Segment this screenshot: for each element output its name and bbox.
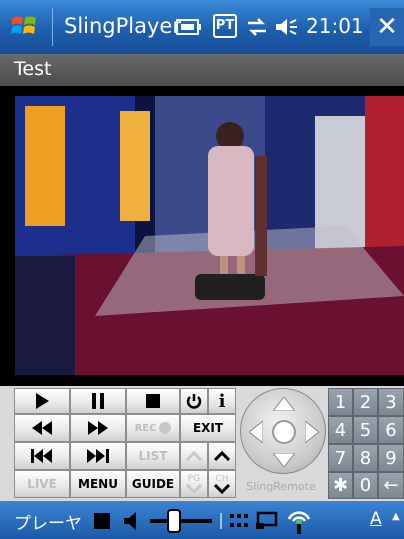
record-icon [159,422,172,434]
pg-label: PG [187,473,201,484]
arrow-right-icon[interactable] [305,421,319,443]
num-1-button[interactable]: 1 [328,388,353,416]
slingremote-label: SlingRemote [246,480,316,493]
connectivity-icon[interactable] [246,17,268,37]
channel-down-button[interactable]: CH [208,470,236,498]
ch-label: CH [215,473,229,484]
stop-icon [146,394,160,408]
windows-start-icon[interactable] [10,12,38,40]
skip-forward-icon [87,449,109,463]
bottom-separator [220,513,222,529]
page-title: Test [14,58,52,80]
fast-forward-button[interactable] [70,414,126,442]
num-0-button[interactable]: 0 [353,472,378,499]
title-separator [52,8,53,46]
stop-button[interactable] [126,388,180,414]
record-label: REC [134,422,157,434]
subtitle-bar: Test [0,54,404,86]
rewind-icon [32,421,52,435]
fast-forward-icon [88,421,108,435]
arrow-left-icon[interactable] [249,421,263,443]
page-down-button[interactable]: PG [180,470,208,498]
volume-icon[interactable] [274,17,300,37]
clock[interactable]: 21:01 [306,14,364,38]
play-icon [36,393,49,409]
volume-slider[interactable] [150,509,212,533]
battery-icon[interactable] [176,18,202,36]
power-button[interactable] [180,388,208,414]
chevron-up-icon [214,451,230,461]
play-button[interactable] [14,388,70,414]
video-area [0,86,404,386]
skip-back-icon [31,449,52,463]
backspace-button[interactable]: ← [378,472,404,499]
rewind-button[interactable] [14,414,70,442]
input-method-arrow-icon[interactable]: ▲ [392,511,400,522]
num-5-button[interactable]: 5 [353,416,378,444]
pt-input-icon[interactable]: PT [213,14,237,38]
page-up-button[interactable] [180,442,208,470]
record-button[interactable]: REC [126,414,180,442]
app-title: SlingPlayer [64,14,181,38]
list-button[interactable]: LIST [126,442,180,470]
select-button[interactable] [272,420,296,444]
info-button[interactable]: i [208,388,236,414]
player-menu-label[interactable]: プレーヤ [14,509,82,534]
chevron-down-icon [214,483,230,494]
power-icon [186,394,202,409]
num-2-button[interactable]: 2 [353,388,378,416]
title-bar: SlingPlayer PT 21:01 ✕ [0,0,404,54]
num-6-button[interactable]: 6 [378,416,404,444]
asterisk-button[interactable]: ✱ [328,472,353,499]
speaker-icon[interactable] [124,512,138,530]
menu-button[interactable]: MENU [70,470,126,498]
input-method-label[interactable]: A [370,509,382,529]
arrow-up-icon[interactable] [273,397,295,411]
close-button[interactable]: ✕ [370,8,404,46]
video-frame[interactable] [15,96,404,375]
channel-up-button[interactable] [208,442,236,470]
num-3-button[interactable]: 3 [378,388,404,416]
pause-button[interactable] [70,388,126,414]
screen-icon[interactable] [256,511,278,531]
navigation-dpad[interactable] [240,388,326,474]
pause-icon [92,393,104,409]
guide-button[interactable]: GUIDE [126,470,180,498]
grid-view-icon[interactable] [230,514,248,528]
num-9-button[interactable]: 9 [378,444,404,472]
num-7-button[interactable]: 7 [328,444,353,472]
num-4-button[interactable]: 4 [328,416,353,444]
skip-back-button[interactable] [14,442,70,470]
live-button[interactable]: LIVE [14,470,70,498]
stop-icon[interactable] [94,513,110,529]
bottom-bar: プレーヤ A ▲ [0,501,404,539]
skip-forward-button[interactable] [70,442,126,470]
signal-icon[interactable] [286,507,312,535]
remote-controls: i REC EXIT LIST LIVE MENU GUIDE PG CH Sl… [0,386,404,501]
arrow-down-icon[interactable] [273,453,295,467]
chevron-down-icon [186,483,202,494]
chevron-up-icon [186,451,202,461]
num-8-button[interactable]: 8 [353,444,378,472]
exit-button[interactable]: EXIT [180,414,236,442]
